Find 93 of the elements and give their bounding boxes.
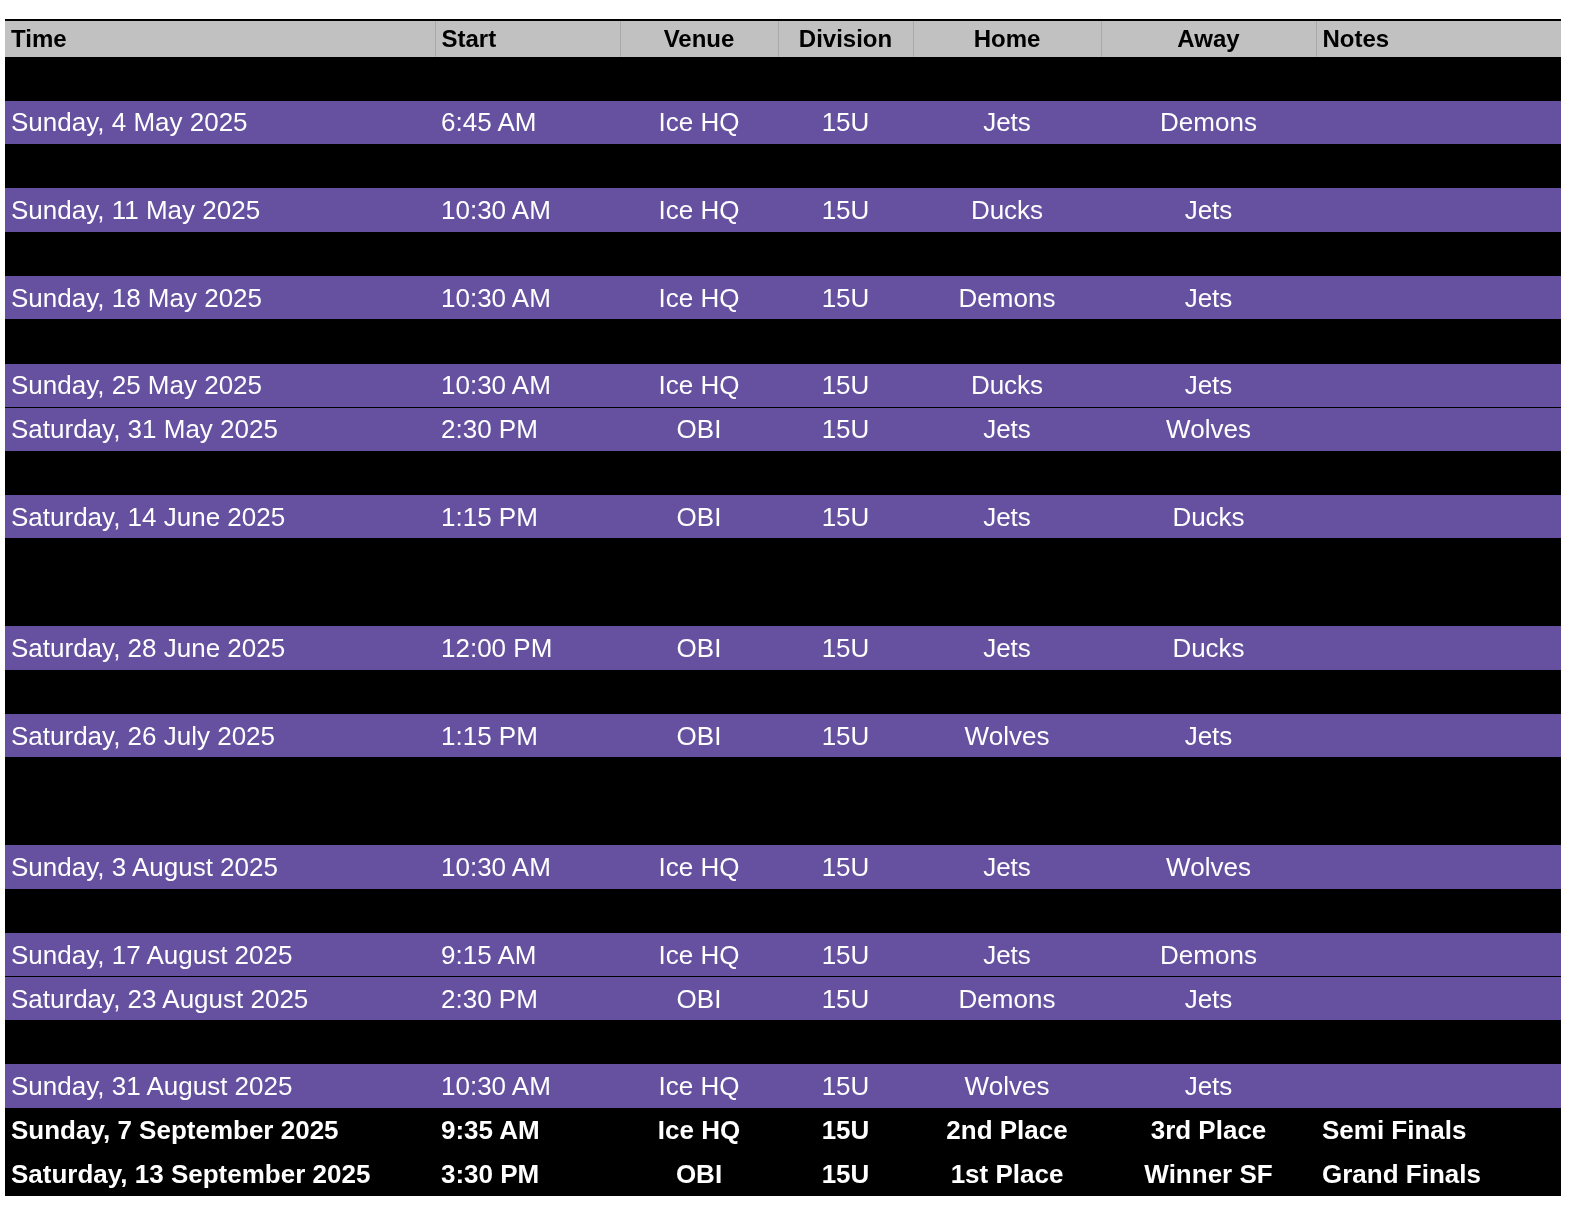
table-cell: 15U xyxy=(778,626,913,671)
table-cell: Jets xyxy=(1101,1064,1316,1109)
table-cell: Sunday, 7 September 2025 xyxy=(5,1108,435,1152)
table-cell: Jets xyxy=(913,100,1101,145)
table-cell: Jets xyxy=(1101,188,1316,233)
table-cell: Ice HQ xyxy=(620,1108,778,1152)
table-cell: Sunday, 3 August 2025 xyxy=(5,845,435,890)
table-cell: 15U xyxy=(778,276,913,320)
table-cell: Wolves xyxy=(913,1064,1101,1109)
table-cell: 10:30 AM xyxy=(435,188,620,233)
table-cell: Ice HQ xyxy=(620,276,778,320)
table-cell: 2nd Place xyxy=(913,1108,1101,1152)
table-cell: Jets xyxy=(913,932,1101,977)
table-cell: OBI xyxy=(620,626,778,671)
table-cell: 10:30 AM xyxy=(435,845,620,890)
column-header: Away xyxy=(1101,20,1316,57)
column-header: Time xyxy=(5,20,435,57)
table-cell: Jets xyxy=(913,494,1101,539)
table-cell: 1:15 PM xyxy=(435,494,620,539)
table-cell: Wolves xyxy=(913,713,1101,758)
table-cell: Demons xyxy=(1101,932,1316,977)
table-cell: Saturday, 31 May 2025 xyxy=(5,407,435,452)
table-cell: Wolves xyxy=(1101,845,1316,890)
table-cell: Ice HQ xyxy=(620,363,778,408)
table-cell: 15U xyxy=(778,713,913,758)
table-cell: Demons xyxy=(913,276,1101,320)
table-cell: Saturday, 26 July 2025 xyxy=(5,713,435,758)
table-cell: 1st Place xyxy=(913,1151,1101,1196)
table-cell: OBI xyxy=(620,1151,778,1196)
table-cell: 3:30 PM xyxy=(435,1151,620,1196)
table-cell: 15U xyxy=(778,407,913,452)
column-header: Division xyxy=(778,20,913,57)
table-cell: Jets xyxy=(1101,363,1316,408)
table-cell: Demons xyxy=(1101,100,1316,145)
table-cell: Grand Finals xyxy=(1316,1151,1561,1196)
table-cell: 15U xyxy=(778,363,913,408)
table-cell: 10:30 AM xyxy=(435,276,620,320)
table-cell: Ducks xyxy=(1101,494,1316,539)
table-cell: 9:15 AM xyxy=(435,932,620,977)
table-cell: 15U xyxy=(778,1151,913,1196)
table-cell: 3rd Place xyxy=(1101,1108,1316,1152)
table-cell: 15U xyxy=(778,845,913,890)
table-cell: Ice HQ xyxy=(620,100,778,145)
table-cell: 15U xyxy=(778,494,913,539)
table-cell: Saturday, 14 June 2025 xyxy=(5,494,435,539)
table-cell: Jets xyxy=(1101,713,1316,758)
table-cell: Ice HQ xyxy=(620,932,778,977)
table-cell: 15U xyxy=(778,976,913,1021)
table-cell: 15U xyxy=(778,100,913,145)
table-cell: Jets xyxy=(913,407,1101,452)
table-cell: 15U xyxy=(778,188,913,233)
table-cell: Semi Finals xyxy=(1316,1108,1561,1152)
table-cell: Ice HQ xyxy=(620,188,778,233)
table-cell: Jets xyxy=(1101,976,1316,1021)
table-cell: OBI xyxy=(620,494,778,539)
table-cell: 15U xyxy=(778,1108,913,1152)
table-cell: Sunday, 4 May 2025 xyxy=(5,100,435,145)
table-cell: OBI xyxy=(620,976,778,1021)
table-cell: OBI xyxy=(620,713,778,758)
table-cell: Ice HQ xyxy=(620,1064,778,1109)
column-header: Start xyxy=(435,20,620,57)
table-cell: 12:00 PM xyxy=(435,626,620,671)
table-cell: Ducks xyxy=(913,363,1101,408)
table-cell: Jets xyxy=(1101,276,1316,320)
table-cell: 6:45 AM xyxy=(435,100,620,145)
column-header: Notes xyxy=(1316,20,1561,57)
table-cell: Sunday, 17 August 2025 xyxy=(5,932,435,977)
table-cell: Ducks xyxy=(1101,626,1316,671)
table-cell: 2:30 PM xyxy=(435,976,620,1021)
table-cell: 10:30 AM xyxy=(435,1064,620,1109)
table-cell: 1:15 PM xyxy=(435,713,620,758)
table-cell: Winner SF xyxy=(1101,1151,1316,1196)
table-cell: Demons xyxy=(913,976,1101,1021)
table-cell: 15U xyxy=(778,932,913,977)
table-cell: Saturday, 28 June 2025 xyxy=(5,626,435,671)
table-cell: Sunday, 11 May 2025 xyxy=(5,188,435,233)
table-cell: 9:35 AM xyxy=(435,1108,620,1152)
table-cell: Sunday, 25 May 2025 xyxy=(5,363,435,408)
table-cell: 10:30 AM xyxy=(435,363,620,408)
column-header: Home xyxy=(913,20,1101,57)
table-cell: 2:30 PM xyxy=(435,407,620,452)
table-cell: 15U xyxy=(778,1064,913,1109)
table-cell: Ice HQ xyxy=(620,845,778,890)
table-cell: Sunday, 18 May 2025 xyxy=(5,276,435,320)
table-cell: Ducks xyxy=(913,188,1101,233)
table-cell: Wolves xyxy=(1101,407,1316,452)
table-cell: OBI xyxy=(620,407,778,452)
table-cell: Saturday, 13 September 2025 xyxy=(5,1151,435,1196)
column-header: Venue xyxy=(620,20,778,57)
table-cell: Jets xyxy=(913,626,1101,671)
table-cell: Saturday, 23 August 2025 xyxy=(5,976,435,1021)
table-cell: Jets xyxy=(913,845,1101,890)
table-cell: Sunday, 31 August 2025 xyxy=(5,1064,435,1109)
